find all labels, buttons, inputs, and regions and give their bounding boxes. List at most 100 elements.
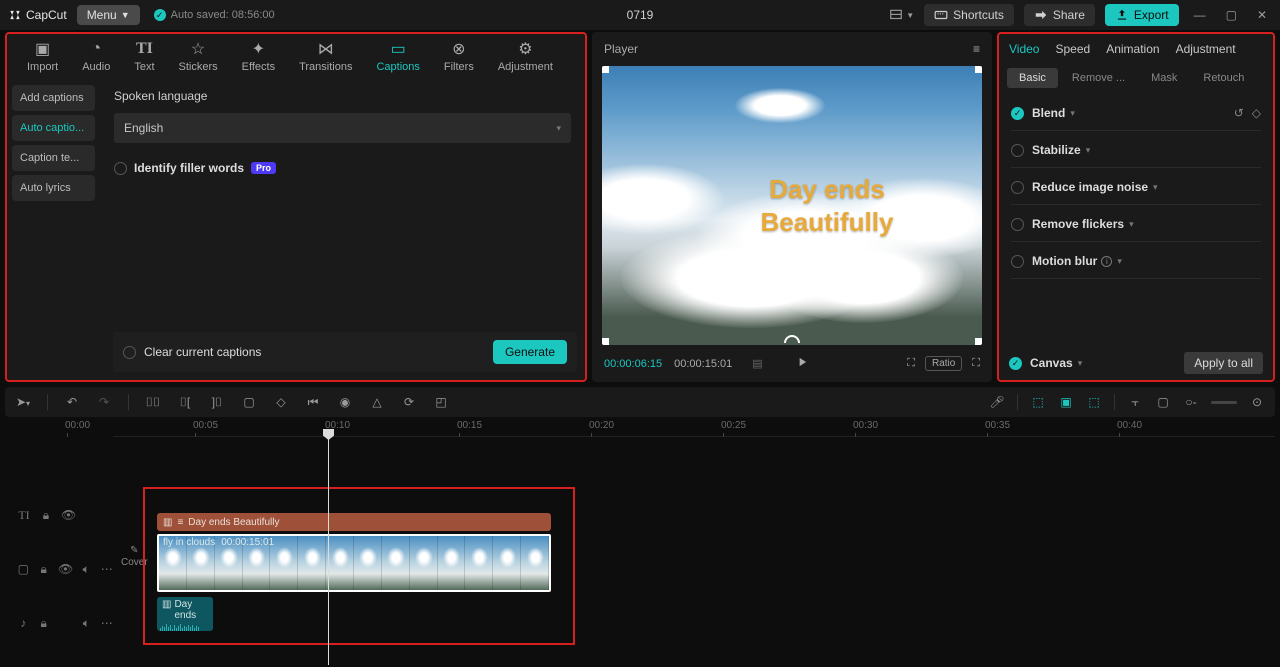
play-button[interactable]	[795, 355, 809, 372]
ratio-button[interactable]: Ratio	[925, 356, 962, 371]
crop-handle[interactable]	[602, 66, 609, 73]
keyframe-icon[interactable]: ◇	[1252, 106, 1261, 120]
preview-overlay-text: Day ends Beautifully	[761, 173, 894, 238]
fullscreen-icon[interactable]: ⛶	[972, 357, 980, 370]
sidebar-auto-captions[interactable]: Auto captio...	[12, 115, 95, 141]
pointer-icon[interactable]: ➤▾	[15, 395, 31, 409]
sidebar-caption-templates[interactable]: Caption te...	[12, 145, 95, 171]
tab-filters[interactable]: ⊗Filters	[432, 40, 486, 81]
zoom-out-icon[interactable]: ○-	[1183, 395, 1199, 409]
subtab-remove[interactable]: Remove ...	[1060, 68, 1137, 88]
row-motion-blur[interactable]: Motion bluri▾	[1011, 242, 1261, 279]
magnet-icon[interactable]: ⬚	[1030, 395, 1046, 409]
subtab-mask[interactable]: Mask	[1139, 68, 1189, 88]
row-canvas-label[interactable]: Canvas	[1030, 356, 1073, 370]
video-clip[interactable]: fly in clouds 00:00:15:01	[157, 534, 551, 592]
generate-button[interactable]: Generate	[493, 340, 567, 364]
preview-icon[interactable]: ▢	[1155, 395, 1171, 409]
eye-icon[interactable]: 👁︎	[61, 508, 75, 522]
inspector-tab-speed[interactable]: Speed	[1055, 42, 1090, 62]
crop-handle[interactable]	[975, 338, 982, 345]
playhead[interactable]	[328, 437, 329, 665]
row-blend[interactable]: ✓Blend▾↺◇	[1011, 94, 1261, 131]
inspector-tab-adjustment[interactable]: Adjustment	[1176, 42, 1236, 62]
tab-audio[interactable]: ◔Audio	[70, 40, 122, 81]
snap-icon[interactable]: ⬚	[1086, 395, 1102, 409]
marker-icon[interactable]: ◇	[273, 395, 289, 409]
mute-icon[interactable]: 🔈︎	[80, 616, 92, 631]
shortcuts-button[interactable]: Shortcuts	[924, 4, 1014, 26]
mirror-icon[interactable]: △	[369, 395, 385, 409]
link-icon[interactable]: ▣	[1058, 395, 1074, 409]
sidebar-auto-lyrics[interactable]: Auto lyrics	[12, 175, 95, 201]
align-icon[interactable]: ⫟	[1127, 395, 1143, 410]
split-icon[interactable]: ⌷⌷	[145, 395, 161, 410]
tab-import[interactable]: ▣Import	[15, 40, 70, 81]
crop-handle[interactable]	[602, 338, 609, 345]
text-clip[interactable]: ▥ ≡ Day ends Beautifully	[157, 513, 551, 531]
stickers-icon: ☆	[191, 40, 205, 58]
export-button[interactable]: Export	[1105, 4, 1179, 26]
minimize-button[interactable]: —	[1189, 8, 1211, 22]
more-icon[interactable]: ⋯	[101, 616, 113, 630]
tracks-wrap: TI 🔒︎ 👁︎ ▢ 🔒︎ 👁︎ 🔈︎ ⋯ ♪ 🔒︎ 🔈︎ ⋯ ✎	[5, 437, 1275, 665]
crop-handle[interactable]	[975, 66, 982, 73]
maximize-button[interactable]: ▢	[1221, 8, 1242, 22]
tab-stickers[interactable]: ☆Stickers	[167, 40, 230, 81]
language-select[interactable]: English ▾	[114, 113, 571, 143]
player-menu-icon[interactable]: ≡	[973, 42, 980, 56]
sidebar-add-captions[interactable]: Add captions	[12, 85, 95, 111]
effects-icon: ✦	[252, 40, 265, 58]
project-title[interactable]: 0719	[627, 8, 654, 22]
redo-icon[interactable]: ↷	[96, 395, 112, 409]
close-button[interactable]: ✕	[1252, 8, 1272, 22]
undo-icon[interactable]: ↶	[64, 395, 80, 409]
inspector-tab-video[interactable]: Video	[1009, 42, 1039, 62]
share-icon	[1034, 8, 1048, 22]
tab-captions[interactable]: ▭Captions	[364, 40, 431, 81]
tick: 00:25	[721, 420, 746, 431]
more-icon[interactable]: ⋯	[101, 562, 114, 576]
speed-icon[interactable]: ◉	[337, 395, 353, 409]
cover-button[interactable]: ✎ Cover	[121, 545, 148, 568]
inspector-tab-animation[interactable]: Animation	[1106, 42, 1159, 62]
mic-icon[interactable]: 🎤︎	[989, 395, 1005, 409]
row-reduce-noise[interactable]: Reduce image noise▾	[1011, 168, 1261, 205]
subtab-basic[interactable]: Basic	[1007, 68, 1058, 88]
delete-icon[interactable]: ▢	[241, 395, 257, 409]
zoom-fit-icon[interactable]: ⊙	[1249, 395, 1265, 409]
lock-icon[interactable]: 🔒︎	[39, 508, 53, 523]
reverse-icon[interactable]: ⏮	[305, 395, 321, 410]
row-stabilize[interactable]: Stabilize▾	[1011, 131, 1261, 168]
timeline-ruler[interactable]: 00:00 00:05 00:10 00:15 00:20 00:25 00:3…	[113, 417, 1275, 437]
apply-to-all-button[interactable]: Apply to all	[1184, 352, 1263, 374]
rotate-icon[interactable]: ⟳	[401, 395, 417, 409]
mute-icon[interactable]: 🔈︎	[80, 562, 93, 577]
trim-left-icon[interactable]: ⌷[	[177, 395, 193, 410]
trim-right-icon[interactable]: ]⌷	[209, 395, 225, 410]
menu-button[interactable]: Menu ▼	[77, 5, 140, 25]
top-bar: CapCut Menu ▼ ✓ Auto saved: 08:56:00 071…	[0, 0, 1280, 30]
tab-transitions[interactable]: ⋈Transitions	[287, 40, 364, 81]
list-icon[interactable]: ▤	[752, 357, 762, 370]
audio-clip[interactable]: ▥Day ends	[157, 597, 213, 631]
tracks-area[interactable]: ✎ Cover ▥ ≡ Day ends Beautifully fly in …	[113, 437, 1275, 665]
eye-icon[interactable]: 👁︎	[58, 562, 72, 576]
lock-icon[interactable]: 🔒︎	[38, 562, 51, 577]
tab-text[interactable]: TIText	[122, 40, 166, 81]
lock-icon[interactable]: 🔒︎	[37, 616, 49, 631]
subtab-retouch[interactable]: Retouch	[1191, 68, 1256, 88]
player-preview[interactable]: Day ends Beautifully	[602, 66, 982, 345]
reset-icon[interactable]: ↺	[1234, 106, 1244, 120]
checkbox-icon[interactable]	[123, 346, 136, 359]
identify-filler-row[interactable]: Identify filler words Pro	[114, 161, 571, 175]
tab-adjustment[interactable]: ⚙Adjustment	[486, 40, 565, 81]
tab-effects[interactable]: ✦Effects	[230, 40, 287, 81]
identify-label: Identify filler words	[134, 161, 244, 175]
zoom-slider[interactable]	[1211, 401, 1237, 404]
scan-icon[interactable]: ⛶	[907, 357, 915, 370]
share-button[interactable]: Share	[1024, 4, 1095, 26]
row-remove-flickers[interactable]: Remove flickers▾	[1011, 205, 1261, 242]
layout-icon[interactable]: ▼	[889, 8, 914, 22]
crop-icon[interactable]: ◰	[433, 395, 449, 409]
